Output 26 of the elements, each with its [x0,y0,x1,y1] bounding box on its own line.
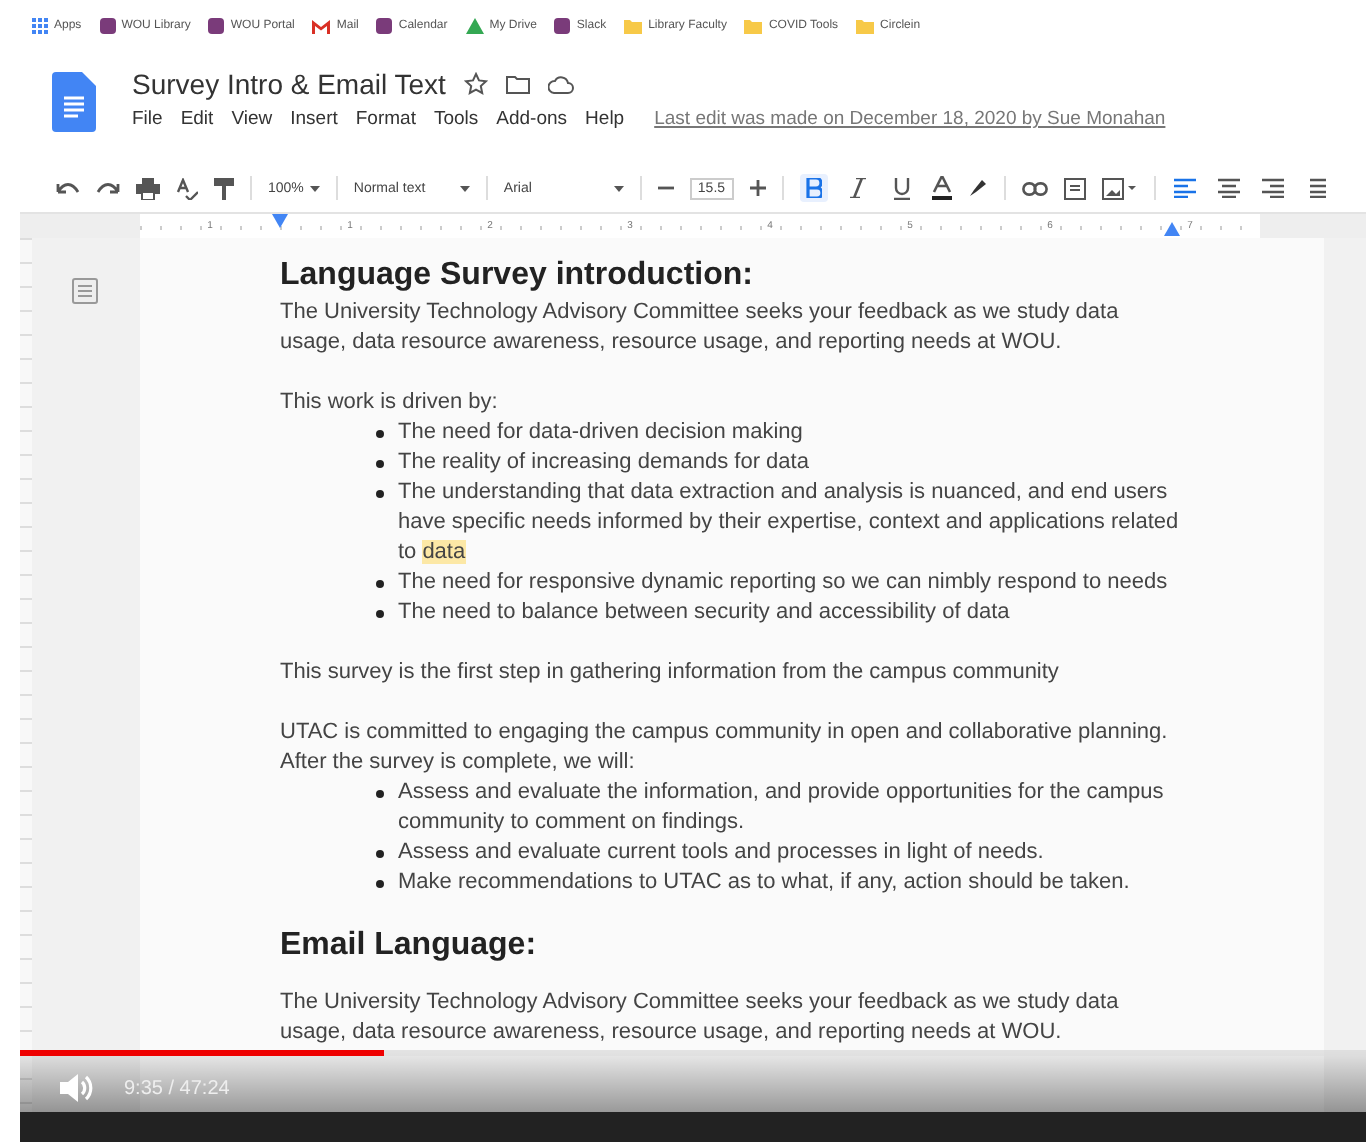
menu-item[interactable]: Help [585,108,625,130]
paragraph: This work is driven by: [280,388,500,418]
menu-item[interactable]: Insert [290,108,338,130]
list-item: The need for responsive dynamic reporting so we can nimbly respond to needs [398,568,1168,598]
video-time: 9:35 / 47:24 [124,1077,230,1099]
list-item: Assess and evaluate current tools and processes in light of needs. [398,838,1044,868]
last-edit-link[interactable]: Last edit was made on December 18, 2020 by Sue Monahan [654,108,1166,130]
menu-item[interactable]: Add-ons [496,108,568,130]
list-item: Make recommendations to UTAC as to what, if any, action should be taken. [398,868,1130,898]
menu-item[interactable]: Format [355,108,416,130]
menu-item[interactable]: Tools [433,108,479,130]
paragraph: UTAC is committed to engaging the campus community in open and collaborative planning. After the survey is complete, we will: [280,718,1170,778]
list-item: The reality of increasing demands for data [398,448,809,478]
list-item: The understanding that data extraction and analysis is nuanced, and end users have specific needs informed by their expertise, context and applications related to data [398,478,1181,568]
document-heading: Language Survey introduction: [280,258,755,294]
paragraph: The University Technology Advisory Committee seeks your feedback as we study data usage, data resource awareness, resource usage, and reporting needs at WOU. [280,298,1121,358]
menu-item[interactable]: File [132,108,163,130]
list-item: Assess and evaluate the information, and provide opportunities for the campus community to comment on findings. [398,778,1166,838]
menu-item[interactable]: Edit [180,108,214,130]
document-title[interactable]: Survey Intro & Email Text [132,68,446,100]
paragraph: The University Technology Advisory Committee seeks your feedback as we study data usage, data resource awareness, resource usage, and reporting needs at WOU. [280,988,1121,1048]
list-item: The need for data-driven decision making [398,418,803,448]
list-item: The need to balance between security and accessibility of data [398,598,1010,628]
document-heading: Email Language: [280,928,539,964]
paragraph: This survey is the first step in gathering information from the campus community [280,658,1061,688]
menu-item[interactable]: View [231,108,273,130]
